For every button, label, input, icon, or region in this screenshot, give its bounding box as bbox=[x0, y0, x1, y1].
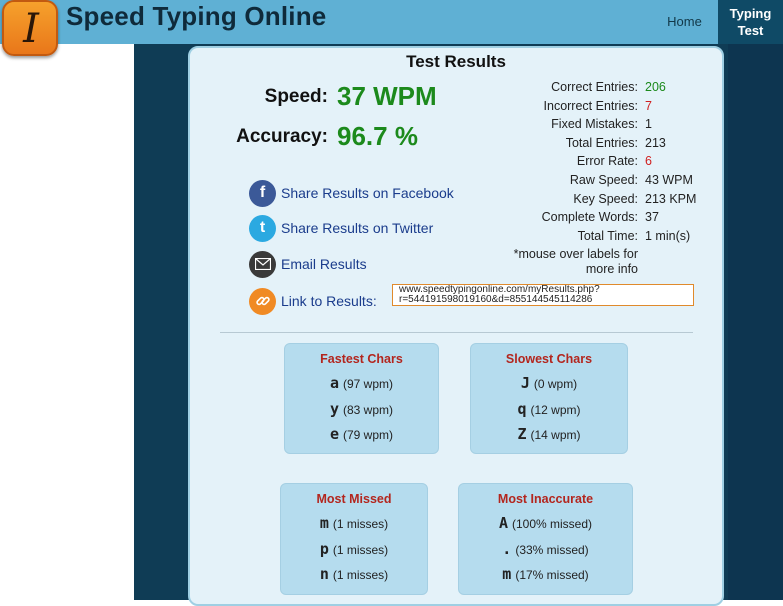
fastest-chars-card: Fastest Chars a (97 wpm) y (83 wpm) e (79 w… bbox=[284, 343, 439, 454]
share-facebook-link[interactable]: f Share Results on Facebook bbox=[249, 178, 454, 208]
note-line-1: *mouse over labels for bbox=[513, 247, 638, 261]
stat-value: 43 WPM bbox=[645, 173, 693, 187]
stat-label: Error Rate: bbox=[576, 154, 638, 169]
list-item: A (100% missed) bbox=[498, 514, 593, 532]
results-title: Test Results bbox=[406, 52, 506, 71]
results-link-field[interactable]: www.speedtypingonline.com/myResults.php?… bbox=[392, 284, 694, 306]
stat-value: 37 bbox=[645, 210, 659, 225]
stat-correct-entries[interactable]: Correct Entries: 206 bbox=[480, 80, 710, 98]
stat-total-entries[interactable]: Total Entries: 213 bbox=[480, 136, 710, 154]
stat-value: 1 bbox=[645, 117, 652, 132]
logo-cursor-icon: I bbox=[23, 6, 39, 52]
stat-label: Raw Speed: bbox=[569, 173, 638, 187]
content-right-edge bbox=[728, 44, 783, 600]
list-item: m (1 misses) bbox=[319, 514, 389, 532]
list-item: e (79 wpm) bbox=[329, 425, 394, 443]
accuracy-value: 96.7 % bbox=[337, 121, 418, 151]
list-item: p (1 misses) bbox=[319, 540, 389, 558]
list-item: a (97 wpm) bbox=[329, 374, 394, 392]
results-link-line-2: r=544191598019160&d=855144545114286 bbox=[399, 294, 593, 305]
stat-label: Complete Words: bbox=[541, 210, 638, 225]
nav-typing-test-label-2: Test bbox=[737, 23, 764, 38]
nav-home-link[interactable]: Home bbox=[651, 0, 718, 44]
speed-label[interactable]: Speed: bbox=[230, 86, 328, 108]
speed-value: 37 WPM bbox=[337, 81, 437, 111]
stat-value: 6 bbox=[645, 154, 652, 169]
stat-raw-speed[interactable]: Raw Speed: 43 WPM bbox=[480, 173, 710, 191]
stat-complete-words[interactable]: Complete Words: 37 bbox=[480, 210, 710, 228]
stat-total-time[interactable]: Total Time: 1 min(s) bbox=[480, 229, 710, 247]
stat-value: 206 bbox=[645, 80, 666, 94]
list-item: Z (14 wpm) bbox=[517, 425, 581, 443]
email-icon bbox=[249, 250, 276, 278]
stat-label: Correct Entries: bbox=[551, 80, 638, 94]
share-twitter-label: Share Results on Twitter bbox=[281, 220, 434, 236]
most-inaccurate-card: Most Inaccurate A (100% missed) . (33% mis… bbox=[458, 483, 633, 595]
stat-label: Total Entries: bbox=[565, 135, 638, 150]
section-divider bbox=[220, 332, 693, 333]
nav-typing-test-link[interactable]: Typing Test bbox=[718, 0, 783, 44]
stat-incorrect-entries[interactable]: Incorrect Entries: 7 bbox=[480, 99, 710, 117]
list-item: q (12 wpm) bbox=[517, 400, 581, 418]
stat-value: 213 bbox=[645, 135, 666, 150]
mouse-over-note: *mouse over labels for more info bbox=[480, 247, 638, 277]
stat-value: 7 bbox=[645, 98, 652, 113]
stat-label: Total Time: bbox=[577, 228, 638, 243]
list-item: y (83 wpm) bbox=[329, 400, 394, 418]
share-facebook-label: Share Results on Facebook bbox=[281, 185, 454, 201]
card-title: Slowest Chars bbox=[505, 352, 593, 366]
link-icon bbox=[249, 287, 276, 315]
most-missed-card: Most Missed m (1 misses) p (1 misses) n (1 … bbox=[280, 483, 428, 595]
nav-typing-test-label-1: Typing bbox=[729, 6, 772, 21]
stat-label: Fixed Mistakes: bbox=[551, 117, 638, 132]
stat-value: 1 min(s) bbox=[645, 228, 691, 243]
accuracy-label[interactable]: Accuracy: bbox=[200, 126, 328, 148]
card-title: Fastest Chars bbox=[320, 352, 403, 366]
link-to-results: Link to Results: bbox=[249, 286, 377, 316]
stat-key-speed[interactable]: Key Speed: 213 KPM bbox=[480, 192, 710, 210]
list-item: m (17% missed) bbox=[502, 565, 589, 583]
link-to-results-label: Link to Results: bbox=[281, 293, 377, 309]
card-title: Most Missed bbox=[316, 492, 392, 506]
list-item: . (33% missed) bbox=[502, 540, 589, 558]
card-title: Most Inaccurate bbox=[497, 492, 594, 506]
site-title[interactable]: Speed Typing Online bbox=[66, 1, 326, 32]
list-item: n (1 misses) bbox=[319, 565, 389, 583]
note-line-2: more info bbox=[585, 262, 638, 276]
stat-value: 213 KPM bbox=[645, 191, 697, 206]
stat-error-rate[interactable]: Error Rate: 6 bbox=[480, 154, 710, 172]
stat-label: Key Speed: bbox=[573, 191, 638, 206]
email-results-label: Email Results bbox=[281, 256, 367, 272]
share-twitter-link[interactable]: t Share Results on Twitter bbox=[249, 213, 433, 243]
email-results-link[interactable]: Email Results bbox=[249, 249, 367, 279]
facebook-icon: f bbox=[249, 179, 276, 207]
site-logo[interactable]: I bbox=[2, 0, 58, 56]
twitter-icon: t bbox=[249, 214, 276, 242]
stat-fixed-mistakes[interactable]: Fixed Mistakes: 1 bbox=[480, 117, 710, 135]
stat-label: Incorrect Entries: bbox=[543, 98, 638, 113]
slowest-chars-card: Slowest Chars J (0 wpm) q (12 wpm) Z (14 wp… bbox=[470, 343, 628, 454]
list-item: J (0 wpm) bbox=[520, 374, 578, 392]
